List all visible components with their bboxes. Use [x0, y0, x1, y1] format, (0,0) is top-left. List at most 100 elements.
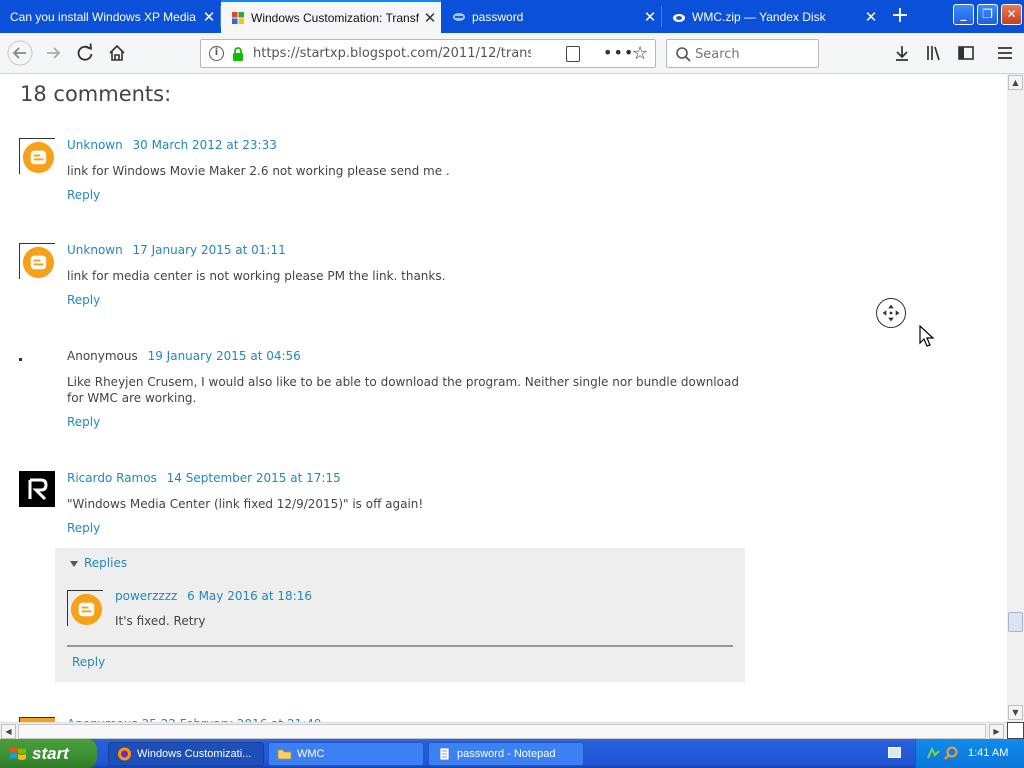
url-bar[interactable]: i https://startxp.blogspot.com/2011/12/t…	[200, 39, 656, 68]
forward-arrow-icon	[47, 47, 61, 59]
navigation-toolbar: i https://startxp.blogspot.com/2011/12/t…	[0, 33, 1024, 74]
reply-date-link[interactable]: 6 May 2016 at 18:16	[187, 589, 312, 603]
comment-date-link[interactable]: 19 January 2015 at 04:56	[148, 349, 301, 363]
tab-windows-customization[interactable]: Windows Customization: Transfor ✕	[221, 0, 441, 33]
blogger-avatar-icon[interactable]	[19, 243, 55, 279]
notepad-icon	[439, 747, 450, 761]
comment-text: link for media center is not working ple…	[67, 269, 446, 283]
windows-flag-icon	[232, 11, 244, 24]
sidebar-button[interactable]	[956, 43, 976, 63]
close-window-button[interactable]: ✕	[1001, 4, 1022, 25]
restore-button[interactable]: ❐	[977, 4, 998, 25]
scroll-down-arrow-icon[interactable]: ▼	[1008, 705, 1023, 720]
task-wmc-folder[interactable]: WMC	[268, 742, 424, 766]
tab-label: Windows Customization: Transfor	[251, 10, 419, 25]
reply-author-link[interactable]: powerzzzz	[115, 589, 177, 603]
home-button[interactable]	[103, 39, 131, 67]
reload-button[interactable]	[71, 39, 99, 67]
comment-date-link[interactable]: 17 January 2015 at 01:11	[133, 243, 286, 257]
comment-meta: Unknown 30 March 2012 at 23:33	[67, 138, 277, 152]
taskbar: start Windows Customizati... WMC passwor…	[0, 739, 1024, 768]
bookmark-star-icon[interactable]: ☆	[632, 43, 648, 64]
minimize-button[interactable]: _	[953, 4, 974, 25]
tab-install-wmc[interactable]: Can you install Windows XP Media ✕	[0, 0, 220, 33]
blogger-avatar-icon[interactable]	[67, 590, 103, 626]
reply-text: It's fixed. Retry	[115, 614, 206, 628]
notepad-page-icon	[453, 12, 465, 21]
comment-date-link[interactable]: 30 March 2012 at 23:33	[133, 138, 277, 152]
blogger-avatar-icon[interactable]	[19, 138, 55, 174]
clock[interactable]: 1:41 AM	[968, 739, 1008, 768]
scrollbar-corner	[1007, 722, 1024, 739]
mouse-cursor-icon	[919, 325, 935, 347]
replies-toggle[interactable]: Replies	[70, 556, 127, 570]
comment-date-link[interactable]: 14 September 2015 at 17:15	[167, 471, 341, 485]
comment-author-link[interactable]: Ricardo Ramos	[67, 471, 157, 485]
search-box[interactable]	[666, 39, 819, 68]
reply-link[interactable]: Reply	[67, 293, 100, 307]
reply-link[interactable]: Reply	[67, 188, 100, 202]
keyboard-icon[interactable]	[888, 747, 901, 758]
close-icon[interactable]: ✕	[860, 8, 882, 26]
library-icon	[927, 46, 940, 61]
system-tray: 1:41 AM	[915, 739, 1024, 768]
scroll-left-arrow-icon[interactable]: ◀	[1, 724, 16, 739]
start-button[interactable]: start	[0, 739, 97, 768]
back-button[interactable]	[6, 39, 34, 67]
comment-author-link[interactable]: Unknown	[67, 243, 123, 257]
web-page-content: 18 comments: Unknown 30 March 2012 at 23…	[0, 74, 1007, 722]
thread-reply-link[interactable]: Reply	[72, 655, 105, 669]
download-arrow-icon	[896, 46, 908, 61]
reply-link[interactable]: Reply	[67, 415, 100, 429]
scrollbar-thumb[interactable]	[1008, 612, 1023, 632]
new-tab-button[interactable]: +	[886, 3, 914, 30]
scroll-up-arrow-icon[interactable]: ▲	[1008, 75, 1023, 90]
scroll-right-arrow-icon[interactable]: ▶	[989, 724, 1004, 739]
downloads-button[interactable]	[892, 43, 912, 63]
close-icon[interactable]: ✕	[419, 9, 441, 27]
magnifier-icon[interactable]	[944, 746, 959, 761]
tab-label: password	[472, 9, 524, 24]
horizontal-scrollbar[interactable]: ◀ ▶	[0, 722, 1007, 739]
home-icon	[109, 44, 125, 61]
task-notepad[interactable]: password - Notepad	[428, 742, 584, 766]
comment-text: "Windows Media Center (link fixed 12/9/2…	[67, 497, 424, 511]
autoscroll-icon	[876, 298, 906, 328]
page-actions-icon[interactable]: •••	[603, 43, 634, 62]
comment-meta: Anonymous 19 January 2015 at 04:56	[67, 349, 301, 363]
tab-password[interactable]: password ✕	[442, 0, 661, 33]
comment-author-link[interactable]: Unknown	[67, 138, 123, 152]
hamburger-menu-icon	[998, 47, 1012, 59]
library-button[interactable]	[924, 43, 944, 63]
comment-text: Like Rheyjen Crusem, I would also like t…	[67, 375, 739, 405]
vertical-scrollbar[interactable]: ▲ ▼	[1007, 74, 1024, 722]
replies-label: Replies	[84, 556, 128, 570]
triangle-down-icon	[70, 560, 78, 567]
forward-button[interactable]	[39, 39, 67, 67]
tab-label: Can you install Windows XP Media	[10, 9, 196, 24]
search-icon	[676, 47, 691, 62]
task-firefox-window[interactable]: Windows Customizati...	[108, 742, 264, 766]
back-arrow-icon	[7, 40, 33, 66]
tab-strip: Can you install Windows XP Media ✕ Windo…	[0, 0, 1024, 33]
close-icon[interactable]: ✕	[639, 8, 661, 26]
reply-meta: powerzzzz 6 May 2016 at 18:16	[115, 589, 312, 603]
folder-icon	[277, 749, 292, 760]
sidebar-icon	[958, 46, 974, 60]
scrollbar-thumb[interactable]	[18, 724, 986, 739]
tab-label: WMC.zip — Yandex Disk	[692, 9, 826, 24]
close-icon[interactable]: ✕	[198, 8, 220, 26]
lock-icon[interactable]	[231, 46, 245, 62]
replies-thread: Replies powerzzzz 6 May 2016 at 18:16 It…	[55, 548, 745, 682]
reply-link[interactable]: Reply	[67, 521, 100, 535]
user-avatar-icon[interactable]	[19, 471, 55, 507]
search-input[interactable]	[695, 45, 813, 63]
url-text[interactable]: https://startxp.blogspot.com/2011/12/tra…	[253, 46, 531, 61]
anonymous-avatar-icon	[19, 358, 22, 361]
menu-button[interactable]	[995, 43, 1015, 63]
tab-yandex-disk[interactable]: WMC.zip — Yandex Disk ✕	[662, 0, 882, 33]
reader-view-icon[interactable]	[566, 46, 580, 62]
comments-heading: 18 comments:	[20, 82, 172, 106]
network-icon[interactable]	[926, 746, 941, 761]
info-icon[interactable]: i	[209, 46, 224, 61]
